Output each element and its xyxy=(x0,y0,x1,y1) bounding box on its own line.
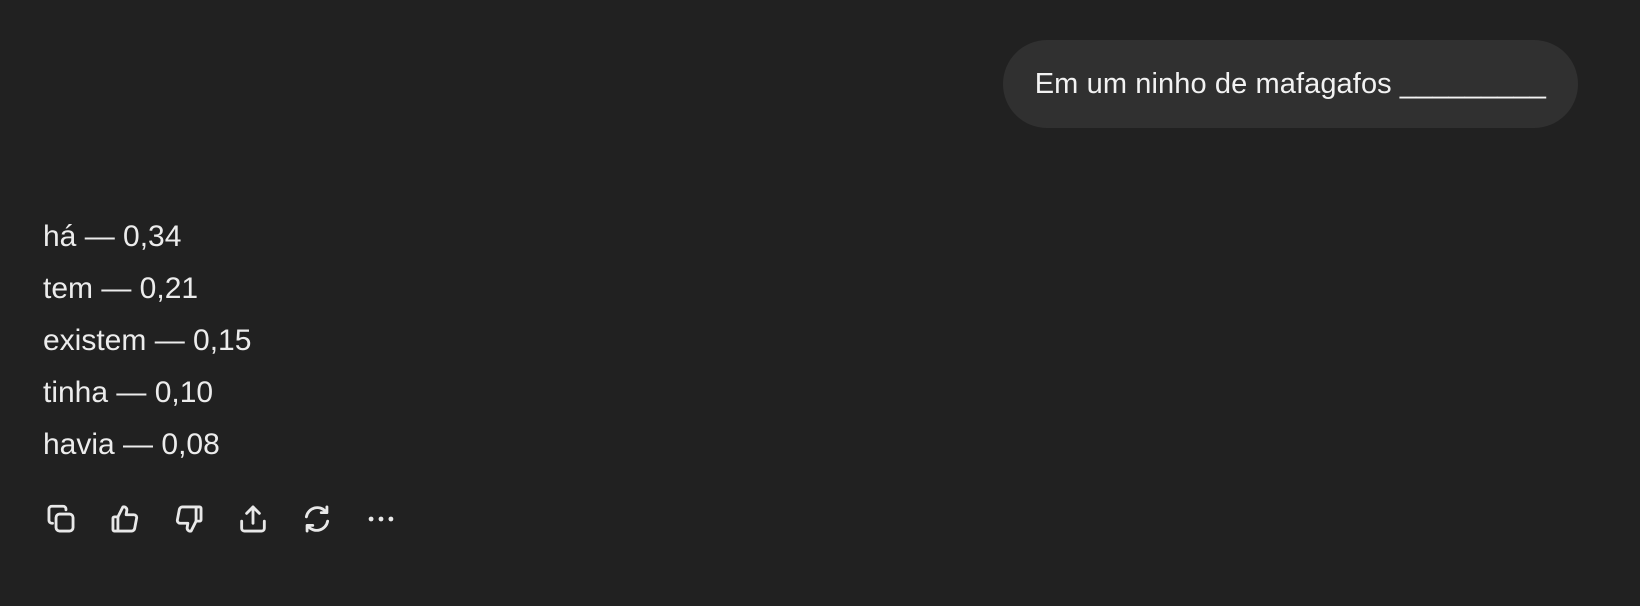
thumbs-up-icon xyxy=(111,505,139,533)
share-button[interactable] xyxy=(232,497,296,541)
copy-icon xyxy=(47,504,75,533)
more-icon xyxy=(368,516,394,522)
share-icon xyxy=(240,505,266,533)
assistant-response: há — 0,34 tem — 0,21 existem — 0,15 tinh… xyxy=(43,211,251,471)
bad-response-button[interactable] xyxy=(168,497,232,541)
user-message-bubble: Em um ninho de mafagafos _________ xyxy=(1002,40,1578,128)
response-line: havia — 0,08 xyxy=(43,428,220,461)
response-line: tinha — 0,10 xyxy=(43,376,214,409)
user-message-text: Em um ninho de mafagafos _________ xyxy=(1034,67,1546,100)
response-line: há — 0,34 xyxy=(43,220,182,253)
message-actions-toolbar xyxy=(40,497,424,541)
regenerate-button[interactable] xyxy=(296,497,360,541)
thumbs-down-icon xyxy=(175,505,203,533)
copy-button[interactable] xyxy=(40,497,104,541)
good-response-button[interactable] xyxy=(104,497,168,541)
regenerate-icon xyxy=(304,505,330,533)
response-line: tem — 0,21 xyxy=(43,272,199,305)
response-line: existem — 0,15 xyxy=(43,324,252,357)
chat-page: Em um ninho de mafagafos _________ há — … xyxy=(0,0,1640,606)
more-options-button[interactable] xyxy=(360,497,424,541)
